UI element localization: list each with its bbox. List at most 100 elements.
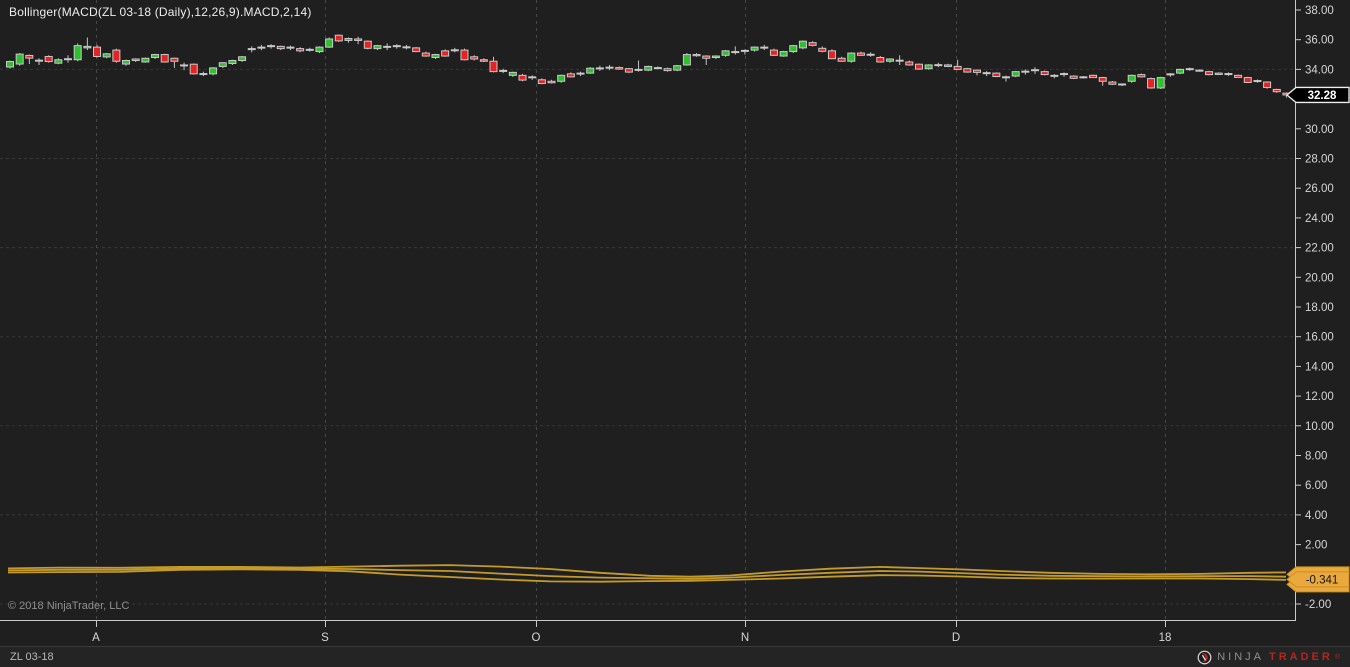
candle — [151, 54, 160, 59]
candle — [982, 72, 991, 75]
candle — [189, 63, 198, 75]
instrument-tab[interactable]: ZL 03-18 — [10, 651, 54, 663]
candle — [537, 79, 546, 85]
candle — [160, 54, 169, 63]
candle — [15, 53, 24, 65]
candle — [112, 49, 121, 62]
candle — [325, 38, 334, 48]
ninjatrader-logo-icon — [1197, 650, 1212, 664]
candle — [595, 67, 604, 70]
indicator-line-upper_band — [7, 564, 1287, 578]
chart-canvas[interactable]: 38.00 36.00 34.00 30.00 28.00 26.00 24.00 22.00… — [0, 0, 1350, 667]
candle — [441, 50, 450, 57]
candle — [247, 48, 256, 51]
candle — [905, 61, 914, 66]
candle — [508, 71, 517, 76]
candle — [6, 61, 14, 68]
candle — [624, 68, 633, 73]
candle — [682, 54, 691, 66]
candle — [180, 64, 189, 67]
price-tick-label: 24.00 — [1305, 213, 1334, 225]
candle — [286, 46, 295, 49]
candle — [711, 55, 720, 59]
candle — [605, 66, 614, 69]
time-tick-label: 18 — [1159, 632, 1172, 644]
candle — [992, 72, 1001, 78]
price-tick-label: 8.00 — [1305, 451, 1327, 463]
indicator-label[interactable]: Bollinger(MACD(ZL 03-18 (Daily),12,26,9)… — [9, 5, 312, 19]
candle — [1224, 73, 1233, 76]
candle — [1176, 68, 1185, 74]
candle — [547, 80, 556, 84]
candle — [885, 58, 894, 62]
candle — [856, 52, 865, 56]
candle — [808, 42, 817, 46]
candle — [25, 54, 34, 59]
indicator-lines — [7, 564, 1287, 583]
price-tick-label: 2.00 — [1305, 540, 1327, 552]
candle — [170, 57, 179, 62]
candle — [644, 65, 653, 71]
price-tick-label: 20.00 — [1305, 272, 1334, 284]
candle — [122, 59, 131, 65]
candle — [1234, 74, 1243, 78]
candle — [895, 59, 904, 62]
price-tick-label: 36.00 — [1305, 35, 1334, 47]
candle — [1021, 70, 1030, 73]
candle — [1185, 68, 1194, 71]
candle — [141, 57, 150, 63]
candle — [354, 38, 363, 41]
time-tick-label: O — [532, 632, 541, 644]
candle — [731, 51, 740, 54]
indicator-value-label: -0.341 — [1306, 574, 1339, 586]
candle — [566, 73, 575, 78]
price-tick-label: 22.00 — [1305, 243, 1334, 255]
price-tick-label: 18.00 — [1305, 302, 1334, 314]
candle — [35, 59, 44, 62]
brand-trader: TRADER — [1268, 651, 1333, 663]
candle — [460, 49, 469, 61]
candle — [789, 45, 798, 53]
candle — [421, 52, 430, 57]
candle — [334, 34, 343, 42]
candle — [1050, 74, 1059, 77]
candle — [1079, 76, 1088, 79]
price-tick-label: 12.00 — [1305, 391, 1334, 403]
time-axis[interactable]: A S O N D 18 — [0, 620, 1295, 645]
candle — [518, 74, 527, 81]
candle — [1011, 71, 1020, 77]
candle — [634, 68, 643, 71]
candle — [1214, 72, 1223, 75]
candle — [827, 50, 836, 60]
candle — [953, 65, 962, 70]
candle — [1040, 71, 1049, 76]
candle — [702, 55, 711, 59]
candle — [740, 49, 749, 52]
vertical-gridlines — [96, 0, 1166, 620]
candle — [798, 40, 807, 49]
candle — [402, 46, 411, 49]
candle — [64, 58, 73, 61]
candle — [373, 45, 382, 50]
time-tick-label: D — [952, 632, 960, 644]
candle — [54, 59, 63, 64]
candle — [1137, 74, 1146, 78]
candle — [499, 69, 508, 72]
candle — [586, 67, 595, 74]
candle — [673, 65, 682, 71]
candle — [837, 57, 846, 62]
price-tick-label: 28.00 — [1305, 154, 1334, 166]
copyright-text: © 2018 NinjaTrader, LLC — [8, 600, 130, 612]
brand-registered: ® — [1334, 653, 1340, 661]
candle — [924, 64, 933, 70]
candle — [576, 72, 585, 75]
horizontal-gridlines — [0, 68, 1295, 605]
candle — [1195, 69, 1204, 72]
candle — [102, 53, 111, 58]
candle — [470, 56, 479, 60]
candle — [228, 59, 237, 64]
price-tick-label: 34.00 — [1305, 64, 1334, 76]
candle — [943, 64, 952, 67]
candle — [383, 45, 392, 48]
candle — [769, 49, 778, 56]
